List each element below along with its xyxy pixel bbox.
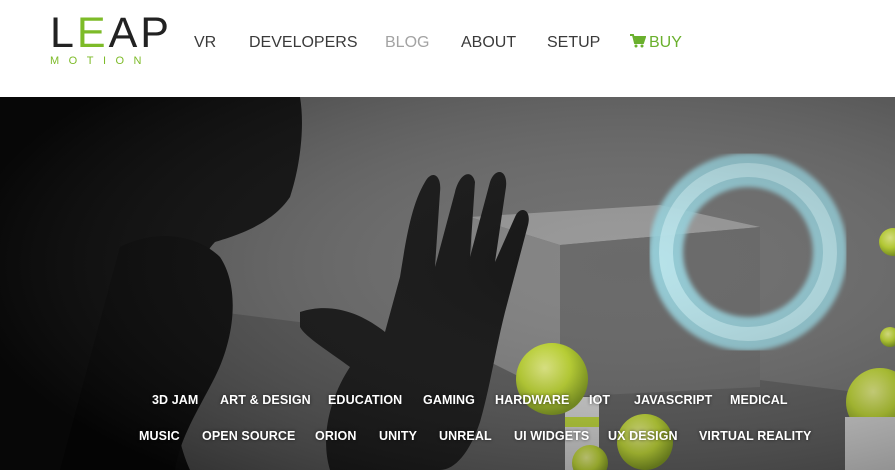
- tag-art-design[interactable]: ART & DESIGN: [220, 393, 311, 407]
- tag-3d-jam[interactable]: 3D JAM: [152, 393, 198, 407]
- nav-item-about[interactable]: ABOUT: [461, 34, 516, 52]
- tag-hardware[interactable]: HARDWARE: [495, 393, 569, 407]
- tag-virtual-reality[interactable]: VIRTUAL REALITY: [699, 429, 811, 443]
- tag-orion[interactable]: ORION: [315, 429, 356, 443]
- nav-item-developers[interactable]: DEVELOPERS: [249, 34, 357, 52]
- blog-category-tags: 3D JAM ART & DESIGN EDUCATION GAMING HAR…: [0, 97, 895, 470]
- tag-open-source[interactable]: OPEN SOURCE: [202, 429, 295, 443]
- tag-iot[interactable]: IOT: [589, 393, 610, 407]
- tag-medical[interactable]: MEDICAL: [730, 393, 788, 407]
- nav-item-buy-label: BUY: [649, 34, 682, 51]
- tag-education[interactable]: EDUCATION: [328, 393, 402, 407]
- tag-gaming[interactable]: GAMING: [423, 393, 475, 407]
- nav-item-setup[interactable]: SETUP: [547, 34, 600, 52]
- nav-item-buy[interactable]: BUY: [630, 34, 682, 52]
- leap-motion-logo[interactable]: LEAP MOTION: [50, 12, 169, 70]
- site-header: LEAP MOTION VR DEVELOPERS BLOG ABOUT SET…: [0, 0, 895, 97]
- nav-item-vr[interactable]: VR: [194, 34, 216, 52]
- logo-subtitle: MOTION: [50, 55, 151, 67]
- hero-banner: 3D JAM ART & DESIGN EDUCATION GAMING HAR…: [0, 97, 895, 470]
- tag-unreal[interactable]: UNREAL: [439, 429, 492, 443]
- shopping-cart-icon: [630, 34, 647, 48]
- tag-javascript[interactable]: JAVASCRIPT: [634, 393, 712, 407]
- tag-ux-design[interactable]: UX DESIGN: [608, 429, 678, 443]
- logo-wordmark: LEAP: [50, 9, 172, 57]
- tag-music[interactable]: MUSIC: [139, 429, 180, 443]
- nav-item-blog[interactable]: BLOG: [385, 34, 429, 52]
- tag-unity[interactable]: UNITY: [379, 429, 417, 443]
- tag-ui-widgets[interactable]: UI WIDGETS: [514, 429, 589, 443]
